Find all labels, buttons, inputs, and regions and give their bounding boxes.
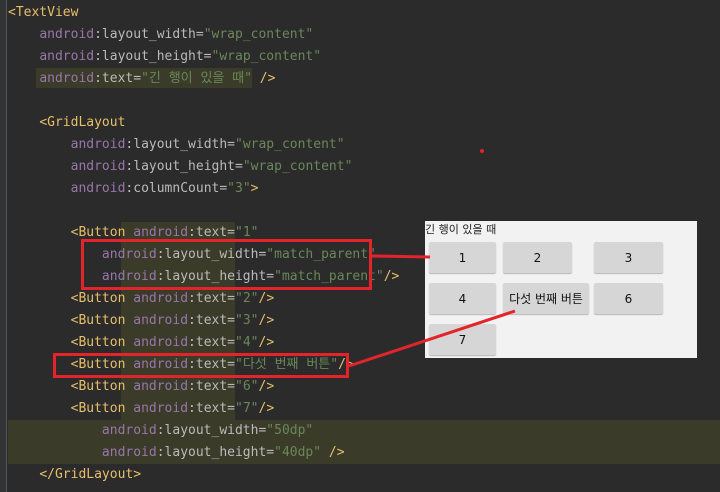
- arrow-to-button-1: [371, 254, 431, 259]
- stray-red-dot: [480, 149, 484, 153]
- arrow-to-button-5: [348, 309, 516, 368]
- annotation-arrows: [348, 149, 516, 368]
